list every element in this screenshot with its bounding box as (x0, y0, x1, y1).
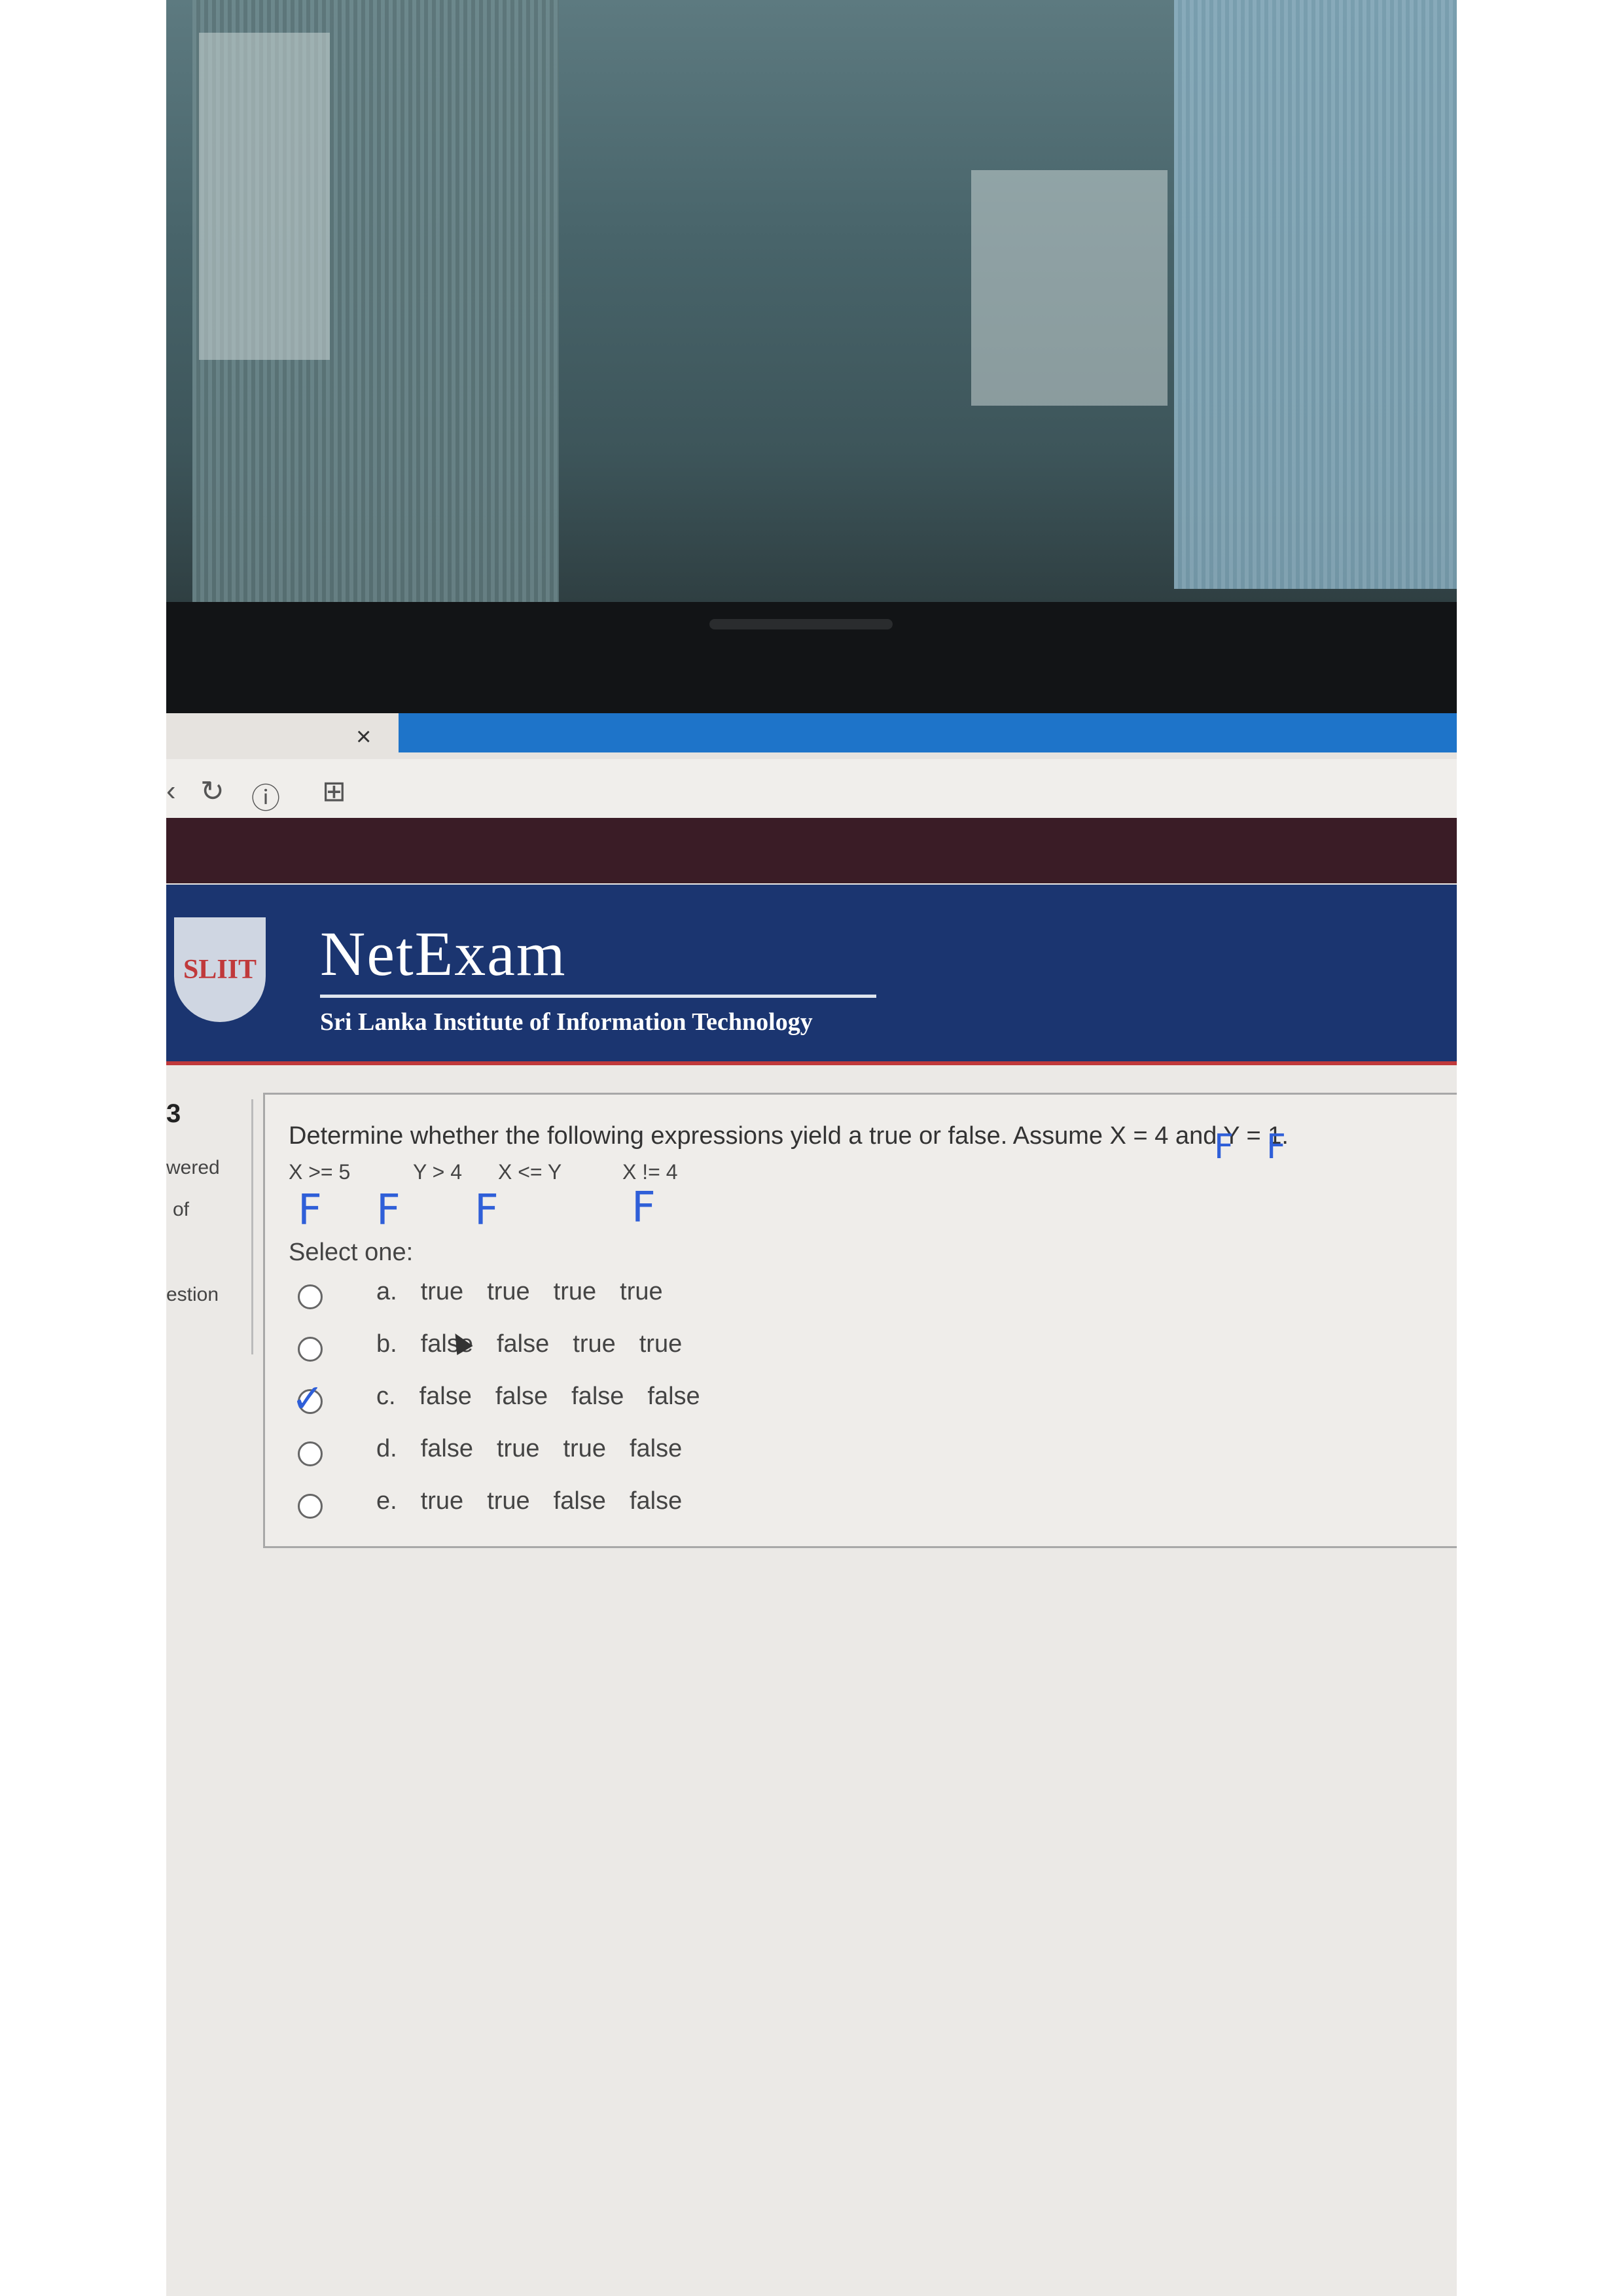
back-icon[interactable]: ‹ (166, 775, 176, 807)
window-pane (199, 33, 330, 360)
option-value: true (496, 1435, 540, 1462)
nav-status-line: wered (166, 1157, 220, 1178)
option-letter: c. (376, 1383, 396, 1410)
option-value: true (563, 1435, 606, 1462)
option-value: false (495, 1383, 548, 1410)
expression: Y > 4 (413, 1160, 463, 1184)
option-value: true (639, 1330, 683, 1358)
option-value: true (553, 1278, 597, 1305)
option-label: a. true true true true (376, 1278, 687, 1306)
nav-flag-line[interactable]: estion (166, 1284, 219, 1306)
question-text: Determine whether the following expressi… (289, 1122, 1289, 1150)
expression: X <= Y (498, 1160, 562, 1184)
photo: × ‹ ↻ ⓘ ⊞ SLIIT NetExam Sri Lanka Instit… (166, 0, 1457, 2296)
window-pane (971, 170, 1168, 406)
logo-text: SLIIT (183, 955, 257, 985)
question-number: 3 (166, 1099, 181, 1128)
handwritten-mark: F (1214, 1127, 1234, 1167)
option-letter: a. (376, 1278, 397, 1305)
radio-button[interactable] (298, 1494, 323, 1519)
title-underline (320, 995, 876, 998)
handwritten-mark: F (632, 1184, 656, 1232)
info-icon[interactable]: ⓘ (251, 775, 280, 817)
webcam-notch (709, 619, 893, 629)
option-value: true (620, 1278, 663, 1305)
active-tab[interactable] (399, 713, 1457, 752)
option-label: c. false false false false (376, 1383, 724, 1411)
question-panel: Determine whether the following expressi… (263, 1093, 1457, 1548)
option-value: false (420, 1435, 473, 1462)
option-value: false (629, 1487, 683, 1515)
reload-icon[interactable]: ↻ (200, 775, 224, 808)
option-value: false (553, 1487, 606, 1515)
handwritten-check: ✓ (291, 1376, 325, 1422)
bookmark-icon[interactable]: ⊞ (322, 775, 346, 808)
radio-button[interactable] (298, 1441, 323, 1466)
radio-button[interactable] (298, 1337, 323, 1362)
institute-name: Sri Lanka Institute of Information Techn… (320, 1008, 813, 1036)
curtain-right (1174, 0, 1457, 589)
option-value: false (419, 1383, 472, 1410)
option-label: d. false true true false (376, 1435, 705, 1463)
screen: × ‹ ↻ ⓘ ⊞ SLIIT NetExam Sri Lanka Instit… (166, 713, 1457, 2296)
option-value: false (629, 1435, 683, 1462)
select-one-label: Select one: (289, 1239, 414, 1266)
tab-strip: × (166, 713, 1457, 759)
option-value: true (420, 1487, 464, 1515)
close-icon[interactable]: × (356, 722, 371, 752)
expression: X >= 5 (289, 1160, 351, 1184)
handwritten-mark: F (298, 1186, 322, 1235)
option-label: b. false false true true (376, 1330, 705, 1358)
expression: X != 4 (622, 1160, 678, 1184)
question-nav-panel: 3 wered of estion (166, 1099, 253, 1354)
option-letter: d. (376, 1435, 397, 1462)
option-letter: b. (376, 1330, 397, 1358)
option-value: true (573, 1330, 616, 1358)
handwritten-mark: F (1266, 1127, 1286, 1167)
sliit-logo: SLIIT (174, 917, 266, 1022)
app-title: NetExam (320, 919, 567, 989)
option-letter: e. (376, 1487, 397, 1515)
handwritten-mark: F (376, 1186, 401, 1235)
option-label: e. true true false false (376, 1487, 705, 1515)
option-value: true (420, 1278, 464, 1305)
option-value: true (487, 1487, 530, 1515)
radio-button[interactable] (298, 1284, 323, 1309)
option-value: false (496, 1330, 550, 1358)
option-value: true (487, 1278, 530, 1305)
option-value: false (571, 1383, 624, 1410)
handwritten-mark: F (474, 1186, 499, 1235)
nav-status-line: of (173, 1199, 190, 1220)
netexam-header: SLIIT NetExam Sri Lanka Institute of Inf… (166, 885, 1457, 1065)
browser-frame-bar (166, 818, 1457, 883)
option-value: false (647, 1383, 700, 1410)
